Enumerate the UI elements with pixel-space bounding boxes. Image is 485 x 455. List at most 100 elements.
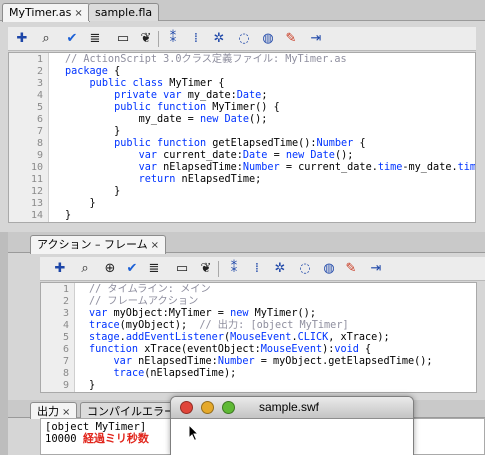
code-token: = current_date. (279, 162, 378, 173)
code-token: new (285, 150, 305, 161)
apply-block-comment-icon[interactable]: ◌ (236, 30, 252, 47)
find-icon[interactable]: ⌕ (77, 260, 93, 277)
code-token: Date (310, 150, 335, 161)
line-number: 13 (30, 198, 43, 209)
code-token: var (138, 162, 158, 173)
code-line: function xTrace(eventObject:MouseEvent):… (89, 344, 371, 356)
output-value: 10000 (45, 433, 77, 445)
code-line: return nElapsedTime; (65, 174, 262, 186)
tab-label: sample.fla (95, 6, 153, 19)
collapse-selection-icon[interactable]: ⁞ (249, 260, 265, 277)
panel-collapse-strip[interactable] (0, 232, 8, 455)
code-token: } (89, 380, 96, 391)
expand-all-icon[interactable]: ✲ (272, 260, 288, 277)
line-number: 6 (36, 114, 43, 125)
apply-block-comment-icon[interactable]: ◌ (297, 260, 313, 277)
code-line: // フレームアクション (89, 296, 198, 308)
line-number: 1 (62, 284, 69, 295)
tab-output[interactable]: 出力 × (30, 402, 78, 419)
code-token: { (358, 344, 372, 355)
code-token: function (157, 138, 207, 149)
apply-line-comment-icon[interactable]: ◍ (321, 260, 337, 277)
code-line: public function MyTimer() { (65, 102, 280, 114)
tab-label: MyTimer.as (9, 6, 72, 19)
code-token: = (267, 150, 286, 161)
code-token: my_date: (181, 90, 237, 101)
tab-mytimer-as[interactable]: MyTimer.as × (2, 3, 90, 22)
code-token: CLICK (297, 332, 329, 343)
auto-format-icon[interactable]: ≣ (146, 260, 162, 277)
insert-target-path-icon[interactable]: ⊕ (102, 260, 118, 277)
code-token: Number (242, 162, 280, 173)
collapse-between-braces-icon[interactable]: ⁑ (165, 30, 181, 47)
code-token: time (457, 162, 476, 173)
swf-player-window[interactable]: sample.swf (170, 396, 414, 455)
debug-options-icon[interactable]: ❦ (138, 30, 154, 47)
code-token: MyTimer() { (206, 102, 280, 113)
remove-comment-icon[interactable]: ✎ (283, 30, 299, 47)
code-token: my_date = (65, 114, 200, 125)
debug-options-icon[interactable]: ❦ (198, 260, 214, 277)
find-icon[interactable]: ⌕ (38, 30, 54, 47)
code-token: trace (89, 320, 120, 331)
code-line: public function getElapsedTime():Number … (65, 138, 366, 150)
code-line: } (65, 210, 71, 222)
code-token: } (65, 210, 72, 221)
tab-sample-fla[interactable]: sample.fla (88, 3, 160, 21)
check-syntax-icon[interactable]: ✔ (64, 30, 80, 47)
actions-script-editor[interactable]: 1 // タイムライン: メイン 2 // フレームアクション 3 var myObjec… (40, 282, 477, 393)
code-token: function (89, 344, 139, 355)
code-token: -my_date. (402, 162, 458, 173)
collapse-selection-icon[interactable]: ⁞ (188, 30, 204, 47)
code-line: trace(myObject); // 出力: [object MyTimer] (89, 320, 349, 332)
code-token: ; (261, 90, 268, 101)
code-token: ): (322, 344, 335, 355)
code-token: } (65, 126, 121, 137)
script-editor[interactable]: 1 // ActionScript 3.0クラス定義ファイル: MyTimer.a… (8, 52, 476, 223)
expand-all-icon[interactable]: ✲ (211, 30, 227, 47)
line-number: 12 (30, 186, 43, 197)
line-number: 2 (62, 296, 69, 307)
close-tab-icon[interactable]: × (74, 8, 82, 19)
zoom-window-icon[interactable] (222, 401, 235, 414)
collapse-between-braces-icon[interactable]: ⁑ (226, 260, 242, 277)
tab-actions-frame[interactable]: アクション – フレーム × (30, 235, 167, 254)
tab-compile-errors[interactable]: コンパイルエラー (80, 402, 182, 418)
code-token: MyTimer(); (248, 308, 316, 319)
show-hide-toolbox-icon[interactable]: ⇥ (308, 30, 324, 47)
window-title: sample.swf (259, 400, 320, 414)
minimize-window-icon[interactable] (201, 401, 214, 414)
line-number: 7 (62, 356, 69, 367)
code-token: // 出力: [object MyTimer] (199, 320, 349, 331)
code-token: = myObject.getElapsedTime(); (254, 356, 433, 367)
auto-format-icon[interactable]: ≣ (87, 30, 103, 47)
code-token: var (163, 90, 182, 101)
close-tab-icon[interactable]: × (62, 407, 70, 418)
add-statement-icon[interactable]: ✚ (14, 30, 30, 47)
code-token: Number (316, 138, 354, 149)
apply-line-comment-icon[interactable]: ◍ (260, 30, 276, 47)
close-window-icon[interactable] (180, 401, 193, 414)
code-token: trace (113, 368, 145, 379)
code-line: } (89, 380, 95, 392)
add-statement-icon[interactable]: ✚ (52, 260, 68, 277)
show-code-hint-icon[interactable]: ▭ (174, 260, 190, 277)
check-syntax-icon[interactable]: ✔ (124, 260, 140, 277)
swf-title-bar[interactable]: sample.swf (171, 397, 413, 419)
tab-label: 出力 (37, 405, 59, 418)
close-tab-icon[interactable]: × (151, 240, 159, 251)
remove-comment-icon[interactable]: ✎ (343, 260, 359, 277)
line-number: 3 (36, 78, 43, 89)
annotation-label: 経過ミリ秒数 (82, 432, 149, 445)
line-number: 4 (36, 90, 43, 101)
show-hide-toolbox-icon[interactable]: ⇥ (368, 260, 384, 277)
show-code-hint-icon[interactable]: ▭ (115, 30, 131, 47)
code-token: // フレームアクション (89, 296, 199, 307)
line-number: 5 (62, 332, 69, 343)
code-token: var (138, 150, 158, 161)
line-number: 14 (30, 210, 43, 221)
code-token: MouseEvent (260, 344, 323, 355)
code-token: var (89, 308, 108, 319)
